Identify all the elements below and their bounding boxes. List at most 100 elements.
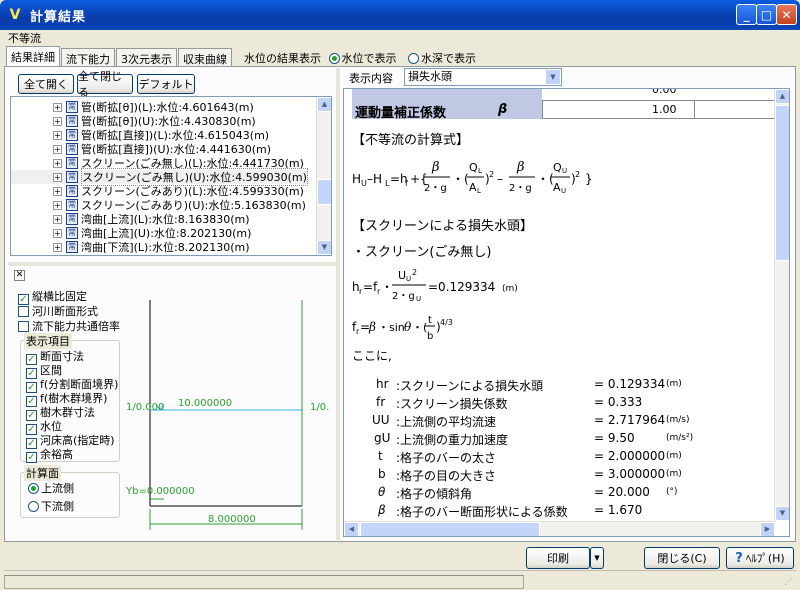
help-button[interactable]: ? ﾍﾙﾌﾟ(H) <box>726 547 794 569</box>
svg-text:・(: ・( <box>412 321 427 334</box>
tree-scrollbar[interactable]: ▲ ▼ <box>316 97 331 255</box>
expand-icon[interactable]: + <box>53 172 62 182</box>
print-button[interactable]: 印刷 <box>526 547 590 569</box>
expand-icon[interactable]: + <box>53 242 62 252</box>
checkbox-river-section[interactable] <box>18 306 29 317</box>
splitter[interactable] <box>8 262 336 266</box>
scroll-left-icon[interactable]: ◀ <box>344 522 359 536</box>
resize-grip-icon[interactable]: ⋰ <box>784 577 796 589</box>
maximize-button[interactable]: □ <box>756 4 777 25</box>
def-desc: :格子のバー断面形状による係数 <box>396 505 568 519</box>
hscroll-thumb[interactable] <box>360 522 540 536</box>
def-symbol: β <box>378 503 386 517</box>
close-window-button[interactable]: ✕ <box>776 4 797 25</box>
expand-icon[interactable]: + <box>53 102 62 112</box>
svg-text:}: } <box>585 172 593 186</box>
formula-hr-result: =0.129334 <box>428 280 495 294</box>
tab-3d-view[interactable]: 3次元表示 <box>116 48 177 66</box>
scroll-thumb[interactable] <box>317 179 331 205</box>
svg-text:・(: ・( <box>452 172 469 186</box>
expand-icon[interactable]: + <box>53 228 62 238</box>
def-desc: :スクリーンによる損失水頭 <box>396 379 544 393</box>
expand-icon[interactable]: + <box>53 186 62 196</box>
vertical-splitter[interactable] <box>336 68 340 540</box>
radio-water-depth[interactable] <box>408 53 419 64</box>
slope-right-label: 1/0. <box>310 402 329 413</box>
table-cell-label <box>352 89 542 101</box>
display-item[interactable]: ✓ 余裕高 <box>26 446 73 463</box>
tab-flow-capacity[interactable]: 流下能力 <box>61 48 115 66</box>
scroll-up-icon[interactable]: ▲ <box>317 97 331 112</box>
expand-icon[interactable]: + <box>53 116 62 126</box>
radio-downstream[interactable] <box>28 501 39 512</box>
scroll-up-icon[interactable]: ▲ <box>775 89 789 104</box>
svg-text:A: A <box>553 181 561 194</box>
expand-icon[interactable]: + <box>53 158 62 168</box>
radio-downstream-row[interactable]: 下流側 <box>28 498 74 514</box>
tree-item-label: 湾曲[下流](L):水位:8.202130(m) <box>81 241 250 254</box>
radio-water-level[interactable] <box>328 53 340 64</box>
dropdown-arrow-icon[interactable]: ▼ <box>545 69 561 85</box>
close-icon[interactable]: ✕ <box>14 270 25 281</box>
scroll-thumb[interactable] <box>775 105 789 261</box>
tab-convergence[interactable]: 収束曲線 <box>178 48 232 66</box>
expand-icon[interactable]: + <box>53 200 62 210</box>
tree-item[interactable]: + 常湾曲[上流](U):水位:8.202130(m) <box>11 226 251 240</box>
node-icon: 常 <box>66 241 78 253</box>
tree-item[interactable]: + 常スクリーン(ごみあり)(U):水位:5.163830(m) <box>11 198 306 212</box>
content-hscrollbar[interactable]: ◀ ▶ <box>344 521 775 536</box>
svg-text:2: 2 <box>489 170 494 179</box>
scroll-down-icon[interactable]: ▼ <box>317 240 331 255</box>
print-dropdown-icon[interactable]: ▼ <box>590 547 604 569</box>
svg-text:U: U <box>416 295 421 303</box>
tree-item[interactable]: + 常管(断拡[θ])(L):水位:4.601643(m) <box>11 100 254 114</box>
tree-item[interactable]: + 常スクリーン(ごみあり)(L):水位:4.599330(m) <box>11 184 304 198</box>
expand-icon[interactable]: + <box>53 130 62 140</box>
scroll-right-icon[interactable]: ▶ <box>760 522 775 536</box>
minimize-button[interactable]: _ <box>736 4 757 25</box>
svg-text:Q: Q <box>469 161 478 174</box>
node-icon: 常 <box>66 213 78 225</box>
def-desc: :上流側の重力加速度 <box>396 433 509 447</box>
tree-item[interactable]: + 常管(断拡[θ])(U):水位:4.430830(m) <box>11 114 256 128</box>
tree-item[interactable]: + 常湾曲[下流](L):水位:8.202130(m) <box>11 240 250 254</box>
option-shared-flow[interactable]: 流下能力共通倍率 <box>18 318 120 334</box>
radio-downstream-label: 下流側 <box>41 500 74 513</box>
expand-icon[interactable]: + <box>53 144 62 154</box>
def-desc: :格子のバーの太さ <box>396 451 497 465</box>
result-tree[interactable]: + 常管(断拡[θ])(L):水位:4.601643(m) + 常管(断拡[θ])(… <box>10 96 332 256</box>
svg-text:L: L <box>477 187 481 195</box>
def-value: = 3.000000 <box>594 467 666 481</box>
close-button[interactable]: 閉じる(C) <box>644 547 720 569</box>
expand-all-button[interactable]: 全て開く <box>18 74 74 94</box>
svg-text:θ: θ <box>404 320 412 334</box>
display-item-label: 余裕高 <box>40 448 73 461</box>
tree-item-selected[interactable]: + 常スクリーン(ごみ無し)(U):水位:4.599030(m) <box>11 168 308 186</box>
content-select-value: 損失水頭 <box>408 70 452 83</box>
default-button[interactable]: デフォルト <box>137 74 195 94</box>
radio-upstream-row[interactable]: 上流側 <box>28 480 74 496</box>
radio-water-level-label: 水位で表示 <box>341 52 397 65</box>
option-river-section[interactable]: 河川断面形式 <box>18 303 98 319</box>
def-symbol: fr <box>376 395 386 409</box>
svg-text:U: U <box>562 167 567 175</box>
node-icon: 常 <box>66 157 78 169</box>
checkbox-shared-flow[interactable] <box>18 321 29 332</box>
tree-item[interactable]: + 常湾曲[上流](L):水位:8.163830(m) <box>11 212 250 226</box>
tree-item[interactable]: + 常管(断拡[直接])(L):水位:4.615043(m) <box>11 128 269 142</box>
svg-text:f: f <box>405 179 408 188</box>
radio-upstream[interactable] <box>28 483 39 494</box>
scroll-down-icon[interactable]: ▼ <box>775 506 789 521</box>
def-unit: (°) <box>666 487 678 497</box>
tree-item[interactable]: + 常管(断拡[直接])(U):水位:4.441630(m) <box>11 142 271 156</box>
tab-result-detail[interactable]: 結果詳細 <box>6 46 60 66</box>
collapse-all-button[interactable]: 全て閉じる <box>77 70 133 99</box>
expand-icon[interactable]: + <box>53 214 62 224</box>
result-content: 0.00 運動量補正係数 β 1.00 【不等流の計算式】 H U –H L =… <box>343 88 790 537</box>
formula-heading: 【不等流の計算式】 <box>352 133 470 148</box>
menu-item-futouryu[interactable]: 不等流 <box>8 30 41 46</box>
content-select[interactable]: 損失水頭 ▼ <box>404 68 562 86</box>
checkbox-display-item[interactable]: ✓ <box>26 452 37 463</box>
svg-text:β: β <box>368 320 376 334</box>
content-scrollbar[interactable]: ▲ ▼ <box>774 89 789 521</box>
